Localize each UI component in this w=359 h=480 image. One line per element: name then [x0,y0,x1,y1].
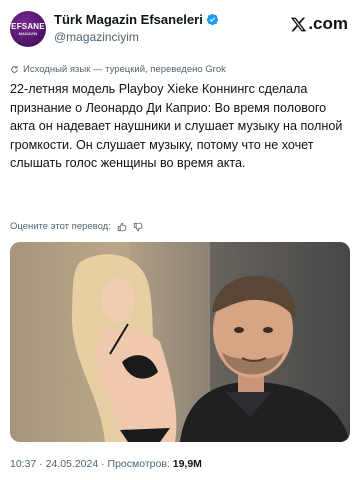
avatar-text: EFSANE [11,22,45,31]
thumbs-down-icon[interactable] [133,222,143,232]
tweet-media[interactable] [10,242,350,442]
rate-translation: Оцените этот перевод: [10,221,143,232]
verified-badge-icon [206,13,219,26]
refresh-icon [11,65,18,73]
x-logo-icon [291,17,307,31]
media-photo [10,242,350,442]
handle[interactable]: @magazinciyim [54,30,139,44]
tweet-header: EFSANE MAGAZIN Türk Magazin Efsaneleri @… [10,9,350,49]
tweet-meta: 10:37 · 24.05.2024 · Просмотров: 19,9M [10,458,202,470]
views-count: 19,9M [172,458,202,470]
avatar[interactable]: EFSANE MAGAZIN [10,11,46,47]
translation-note: Исходный язык — турецкий, переведено Gro… [10,64,226,75]
meta-separator-2: · [101,458,105,470]
thumbs-up-icon[interactable] [117,222,127,232]
x-logo: .com [290,14,348,34]
x-logo-text: .com [308,14,348,33]
views-label: Просмотров: [107,458,170,470]
rate-translation-label: Оцените этот перевод: [10,221,111,232]
tweet-time[interactable]: 10:37 [10,458,36,470]
tweet-date[interactable]: 24.05.2024 [46,458,99,470]
name-row: Türk Magazin Efsaneleri [54,12,219,27]
avatar-subtext: MAGAZIN [18,31,38,36]
tweet-text: 22-летняя модель Playboy Xieke Коннингс … [10,82,343,171]
display-name[interactable]: Türk Magazin Efsaneleri [54,12,203,27]
meta-separator: · [39,458,43,470]
translation-note-text: Исходный язык — турецкий, переведено Gro… [23,64,226,75]
